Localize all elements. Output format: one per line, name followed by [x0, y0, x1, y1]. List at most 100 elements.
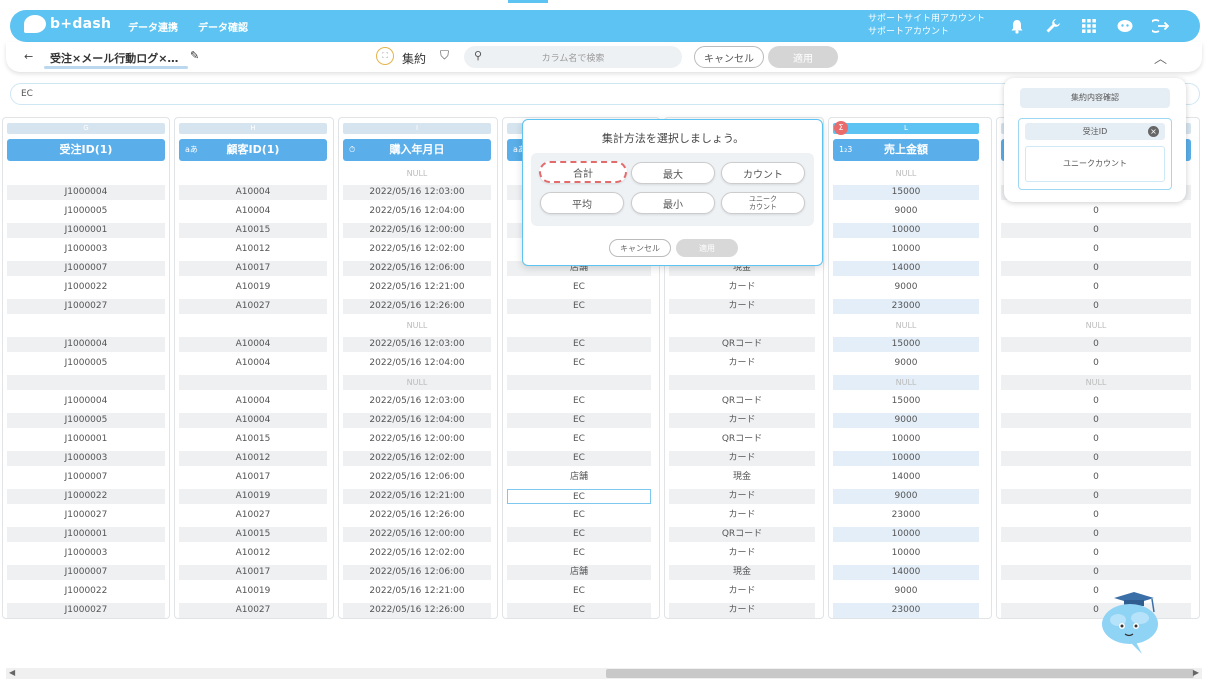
bell-icon[interactable] [1008, 17, 1026, 35]
table-cell[interactable] [669, 375, 815, 390]
table-cell[interactable]: J1000007 [7, 261, 165, 276]
agg-min-button[interactable]: 最小 [631, 192, 715, 214]
toolbar-apply-button[interactable]: 適用 [768, 46, 838, 68]
table-cell[interactable]: 2022/05/16 12:06:00 [343, 470, 491, 485]
agg-sum-button[interactable]: 合計 [539, 161, 627, 183]
table-cell[interactable]: カード [669, 356, 815, 371]
table-cell[interactable]: 10000 [833, 527, 979, 542]
table-cell[interactable]: 10000 [833, 546, 979, 561]
table-cell[interactable]: 9000 [833, 413, 979, 428]
table-cell[interactable] [7, 375, 165, 390]
table-cell[interactable]: 9000 [833, 584, 979, 599]
table-cell[interactable]: 0 [1001, 489, 1191, 504]
table-cell[interactable]: 9000 [833, 356, 979, 371]
table-cell[interactable]: 15000 [833, 185, 979, 200]
column-header[interactable]: aあ 顧客ID(1) [179, 139, 327, 161]
table-cell[interactable] [507, 318, 651, 333]
table-cell[interactable]: A10019 [179, 280, 327, 295]
bdash-logo[interactable]: b+dash [24, 15, 111, 33]
account-info[interactable]: サポートサイト用アカウント サポートアカウント [868, 13, 985, 39]
column-search-input[interactable]: ⚲ カラム名で検索 [464, 46, 682, 68]
table-cell[interactable]: J1000027 [7, 508, 165, 523]
scroll-right-arrow-icon[interactable]: ▶ [1193, 668, 1199, 677]
table-cell[interactable]: QRコード [669, 394, 815, 409]
table-cell[interactable]: 0 [1001, 603, 1191, 618]
table-cell[interactable]: EC [507, 584, 651, 599]
table-cell[interactable]: 0 [1001, 527, 1191, 542]
table-cell[interactable]: カード [669, 299, 815, 314]
table-cell[interactable]: 0 [1001, 223, 1191, 238]
table-cell[interactable]: NULL [833, 375, 979, 390]
table-cell[interactable]: 15000 [833, 394, 979, 409]
table-cell[interactable]: 10000 [833, 242, 979, 257]
table-cell[interactable]: J1000027 [7, 299, 165, 314]
column-letter[interactable]: I [343, 123, 491, 134]
table-cell[interactable]: EC [507, 508, 651, 523]
table-cell[interactable]: NULL [343, 318, 491, 333]
collapse-chevron-icon[interactable]: ︿ [1154, 48, 1167, 67]
table-cell[interactable]: J1000022 [7, 584, 165, 599]
table-cell[interactable]: J1000005 [7, 356, 165, 371]
table-cell[interactable]: A10004 [179, 413, 327, 428]
table-cell[interactable] [179, 166, 327, 181]
table-cell[interactable]: NULL [1001, 375, 1191, 390]
table-cell[interactable]: 2022/05/16 12:02:00 [343, 546, 491, 561]
table-cell[interactable] [507, 375, 651, 390]
table-cell[interactable]: 2022/05/16 12:03:00 [343, 337, 491, 352]
table-cell[interactable] [7, 318, 165, 333]
table-cell[interactable]: J1000005 [7, 204, 165, 219]
table-cell[interactable]: A10012 [179, 451, 327, 466]
table-cell[interactable]: カード [669, 584, 815, 599]
table-cell[interactable]: 2022/05/16 12:26:00 [343, 508, 491, 523]
back-arrow-icon[interactable]: ← [24, 50, 33, 63]
table-cell[interactable] [179, 375, 327, 390]
table-cell[interactable]: J1000004 [7, 185, 165, 200]
table-cell[interactable]: 0 [1001, 337, 1191, 352]
table-cell[interactable]: EC [507, 280, 651, 295]
table-cell[interactable]: J1000003 [7, 451, 165, 466]
popup-apply-button[interactable]: 適用 [676, 239, 738, 257]
table-cell[interactable]: A10004 [179, 356, 327, 371]
table-cell[interactable]: 0 [1001, 565, 1191, 580]
table-cell[interactable]: EC [507, 603, 651, 618]
table-cell[interactable]: 2022/05/16 12:21:00 [343, 489, 491, 504]
table-cell[interactable]: J1000004 [7, 337, 165, 352]
scrollbar-thumb[interactable] [606, 669, 1194, 678]
table-cell[interactable]: 14000 [833, 261, 979, 276]
table-cell[interactable]: A10017 [179, 261, 327, 276]
table-cell[interactable]: 0 [1001, 546, 1191, 561]
table-cell[interactable]: カード [669, 451, 815, 466]
table-cell[interactable]: 2022/05/16 12:06:00 [343, 261, 491, 276]
table-cell[interactable]: NULL [833, 318, 979, 333]
table-cell[interactable]: 14000 [833, 565, 979, 580]
agg-average-button[interactable]: 平均 [540, 192, 624, 214]
table-cell[interactable]: QRコード [669, 527, 815, 542]
table-cell[interactable]: EC [507, 546, 651, 561]
table-cell[interactable]: J1000003 [7, 546, 165, 561]
column-letter[interactable]: H [179, 123, 327, 134]
nav-data-integration[interactable]: データ連携 [128, 19, 178, 34]
table-cell[interactable]: 0 [1001, 356, 1191, 371]
table-cell[interactable]: 2022/05/16 12:00:00 [343, 223, 491, 238]
aggregation-mode-label[interactable]: ユニークカウント [1025, 146, 1165, 182]
table-cell[interactable]: 10000 [833, 223, 979, 238]
table-cell[interactable]: 0 [1001, 508, 1191, 523]
table-cell[interactable]: J1000004 [7, 394, 165, 409]
table-cell[interactable]: A10019 [179, 584, 327, 599]
table-cell[interactable]: 現金 [669, 565, 815, 580]
table-cell[interactable] [7, 166, 165, 181]
edit-pencil-icon[interactable]: ✎ [190, 49, 199, 62]
table-cell[interactable]: NULL [343, 375, 491, 390]
table-cell[interactable]: 0 [1001, 451, 1191, 466]
table-cell[interactable]: 23000 [833, 508, 979, 523]
table-cell[interactable]: カード [669, 546, 815, 561]
table-cell[interactable]: 0 [1001, 470, 1191, 485]
table-cell[interactable]: J1000007 [7, 470, 165, 485]
wrench-icon[interactable] [1044, 17, 1062, 35]
table-cell[interactable]: A10015 [179, 527, 327, 542]
table-cell[interactable]: 10000 [833, 451, 979, 466]
scroll-left-arrow-icon[interactable]: ◀ [9, 668, 15, 677]
column-header[interactable]: ⏱ 購入年月日 [343, 139, 491, 161]
table-cell[interactable]: 2022/05/16 12:04:00 [343, 413, 491, 428]
table-cell[interactable]: J1000001 [7, 432, 165, 447]
